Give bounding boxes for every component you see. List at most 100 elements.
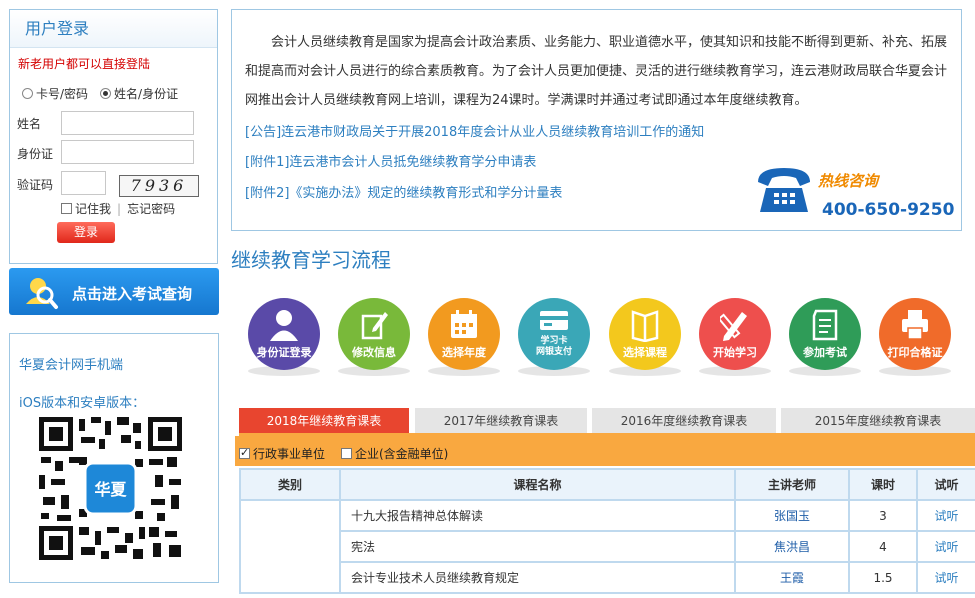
- hotline-label: 热线咨询: [818, 172, 879, 190]
- calendar-icon: [451, 310, 477, 338]
- search-person-icon: [26, 278, 58, 309]
- name-label: 姓名: [17, 117, 42, 131]
- tab-2015[interactable]: 2015年度继续教育课表: [781, 408, 975, 434]
- captcha-input[interactable]: [61, 171, 106, 195]
- step-select-course[interactable]: 选择课程: [609, 298, 681, 370]
- col-course-name: 课程名称: [339, 468, 736, 501]
- course-name: 十九大报告精神总体解读: [339, 499, 736, 532]
- mobile-panel: 华夏会计网手机端 iOS版本和安卓版本： 华夏: [9, 333, 219, 583]
- step-start-study[interactable]: 开始学习: [699, 298, 771, 370]
- remember-label: 记住我: [75, 202, 112, 216]
- mobile-title: 华夏会计网手机端: [19, 358, 124, 373]
- captcha-image[interactable]: 7936: [119, 175, 199, 197]
- filter-corp-checkbox[interactable]: 企业(含金融单位): [341, 445, 448, 462]
- step-label: 开始学习: [713, 346, 757, 359]
- qr-logo-text: 华夏: [94, 480, 127, 499]
- telephone-icon: [758, 168, 810, 212]
- qr-code-icon: 华夏: [39, 417, 182, 560]
- radio-card-label: 卡号/密码: [36, 87, 89, 101]
- login-title: 用户登录: [10, 10, 217, 48]
- pencil-ruler-icon: [720, 312, 747, 341]
- printer-icon: [902, 310, 928, 340]
- checkbox-checked-icon: [239, 446, 250, 459]
- filter-gov-checkbox[interactable]: 行政事业单位: [239, 445, 325, 462]
- course-table: 类别 课程名称 主讲老师 课时 试听 十九大报告精神总体解读 张国玉 3 试听 …: [239, 468, 975, 594]
- course-name: 会计专业技术人员继续教育规定: [339, 561, 736, 594]
- hotline-number: 400-650-9250: [822, 200, 955, 220]
- course-teacher: 焦洪昌: [734, 530, 850, 563]
- tab-2016[interactable]: 2016年度继续教育课表: [592, 408, 776, 434]
- col-hours: 课时: [848, 468, 918, 501]
- name-input[interactable]: [61, 111, 194, 135]
- trial-link[interactable]: 试听: [916, 530, 975, 563]
- intro-paragraph: 会计人员继续教育是国家为提高会计政治素质、业务能力、职业道德水平，使其知识和技能…: [245, 35, 948, 108]
- mobile-subtitle: iOS版本和安卓版本：: [19, 396, 146, 411]
- remember-checkbox[interactable]: 记住我: [61, 200, 111, 217]
- step-label-line-1: 学习卡: [540, 336, 568, 346]
- col-category: 类别: [239, 468, 341, 501]
- trial-link[interactable]: 试听: [916, 499, 975, 532]
- table-header-row: 类别 课程名称 主讲老师 课时 试听: [239, 468, 975, 501]
- table-row: 宪法 焦洪昌 4 试听: [240, 530, 975, 563]
- notice-link-attachment-2[interactable]: [附件2]《实施办法》规定的继续教育形式和学分计量表: [245, 182, 562, 201]
- course-name: 宪法: [339, 530, 736, 563]
- step-take-exam[interactable]: 参加考试: [789, 298, 861, 370]
- login-button[interactable]: 登录: [57, 222, 115, 243]
- notice-link-attachment-1[interactable]: [附件1]连云港市会计人员抵免继续教育学分申请表: [245, 151, 536, 170]
- category-cell: [239, 499, 341, 594]
- col-teacher: 主讲老师: [734, 468, 850, 501]
- radio-off-icon: [22, 88, 33, 99]
- step-label: 身份证登录: [256, 346, 312, 359]
- login-mode-radios: 卡号/密码 姓名/身份证: [22, 85, 178, 102]
- course-hours: 4: [848, 530, 918, 563]
- exam-query-label: 点击进入考试查询: [72, 285, 193, 303]
- step-label: 选择课程: [623, 346, 667, 359]
- forgot-password-link[interactable]: 忘记密码: [127, 200, 175, 217]
- course-hours: 3: [848, 499, 918, 532]
- exam-query-button[interactable]: 点击进入考试查询: [9, 268, 219, 315]
- course-teacher: 王霞: [734, 561, 850, 594]
- radio-on-icon: [100, 88, 112, 99]
- radio-card-password[interactable]: 卡号/密码: [22, 85, 88, 102]
- table-row: 会计专业技术人员继续教育规定 王霞 1.5 试听: [240, 561, 975, 594]
- step-label: 学习卡 网银支付: [518, 336, 590, 358]
- id-label: 身份证: [17, 147, 54, 161]
- tab-2018[interactable]: 2018年继续教育课表: [239, 408, 409, 434]
- course-teacher: 张国玉: [734, 499, 850, 532]
- step-label: 参加考试: [803, 346, 847, 359]
- step-edit-info[interactable]: 修改信息: [338, 298, 410, 370]
- filter-gov-label: 行政事业单位: [253, 447, 326, 461]
- col-trial: 试听: [916, 468, 975, 501]
- remember-row: 记住我 | 忘记密码: [61, 200, 175, 217]
- checkbox-icon: [341, 448, 352, 459]
- checkbox-icon: [61, 203, 72, 214]
- table-row: 十九大报告精神总体解读 张国玉 3 试听: [239, 499, 975, 594]
- id-input[interactable]: [61, 140, 194, 164]
- book-icon: [631, 310, 659, 342]
- person-icon: [270, 310, 298, 341]
- category-filter-bar: 行政事业单位 企业(含金融单位): [235, 436, 975, 466]
- notice-link-announcement[interactable]: [公告]连云港市财政局关于开展2018年度会计从业人员继续教育培训工作的通知: [245, 121, 704, 140]
- radio-name-label: 姓名/身份证: [114, 87, 179, 101]
- step-label: 打印合格证: [887, 346, 943, 359]
- radio-name-id[interactable]: 姓名/身份证: [100, 85, 178, 102]
- login-notice: 新老用户都可以直接登陆: [18, 57, 151, 71]
- step-label: 选择年度: [442, 346, 486, 359]
- captcha-label: 验证码: [17, 178, 54, 192]
- trial-link[interactable]: 试听: [916, 561, 975, 594]
- exam-paper-icon: [812, 309, 838, 341]
- step-label-line-2: 网银支付: [535, 347, 572, 357]
- filter-corp-label: 企业(含金融单位): [355, 447, 449, 461]
- card-icon: [540, 311, 568, 330]
- pencil-icon: [361, 312, 388, 340]
- step-select-year[interactable]: 选择年度: [428, 298, 500, 370]
- step-card-payment[interactable]: 学习卡 网银支付: [518, 298, 590, 370]
- step-id-login[interactable]: 身份证登录: [248, 298, 320, 370]
- divider: |: [117, 201, 122, 216]
- step-print-certificate[interactable]: 打印合格证: [879, 298, 951, 370]
- tab-2017[interactable]: 2017年继续教育课表: [415, 408, 587, 434]
- step-label: 修改信息: [352, 346, 396, 359]
- flow-title: 继续教育学习流程: [231, 248, 391, 272]
- login-panel: 用户登录 新老用户都可以直接登陆 卡号/密码 姓名/身份证 姓名 身份证 验证码…: [9, 9, 218, 264]
- course-hours: 1.5: [848, 561, 918, 594]
